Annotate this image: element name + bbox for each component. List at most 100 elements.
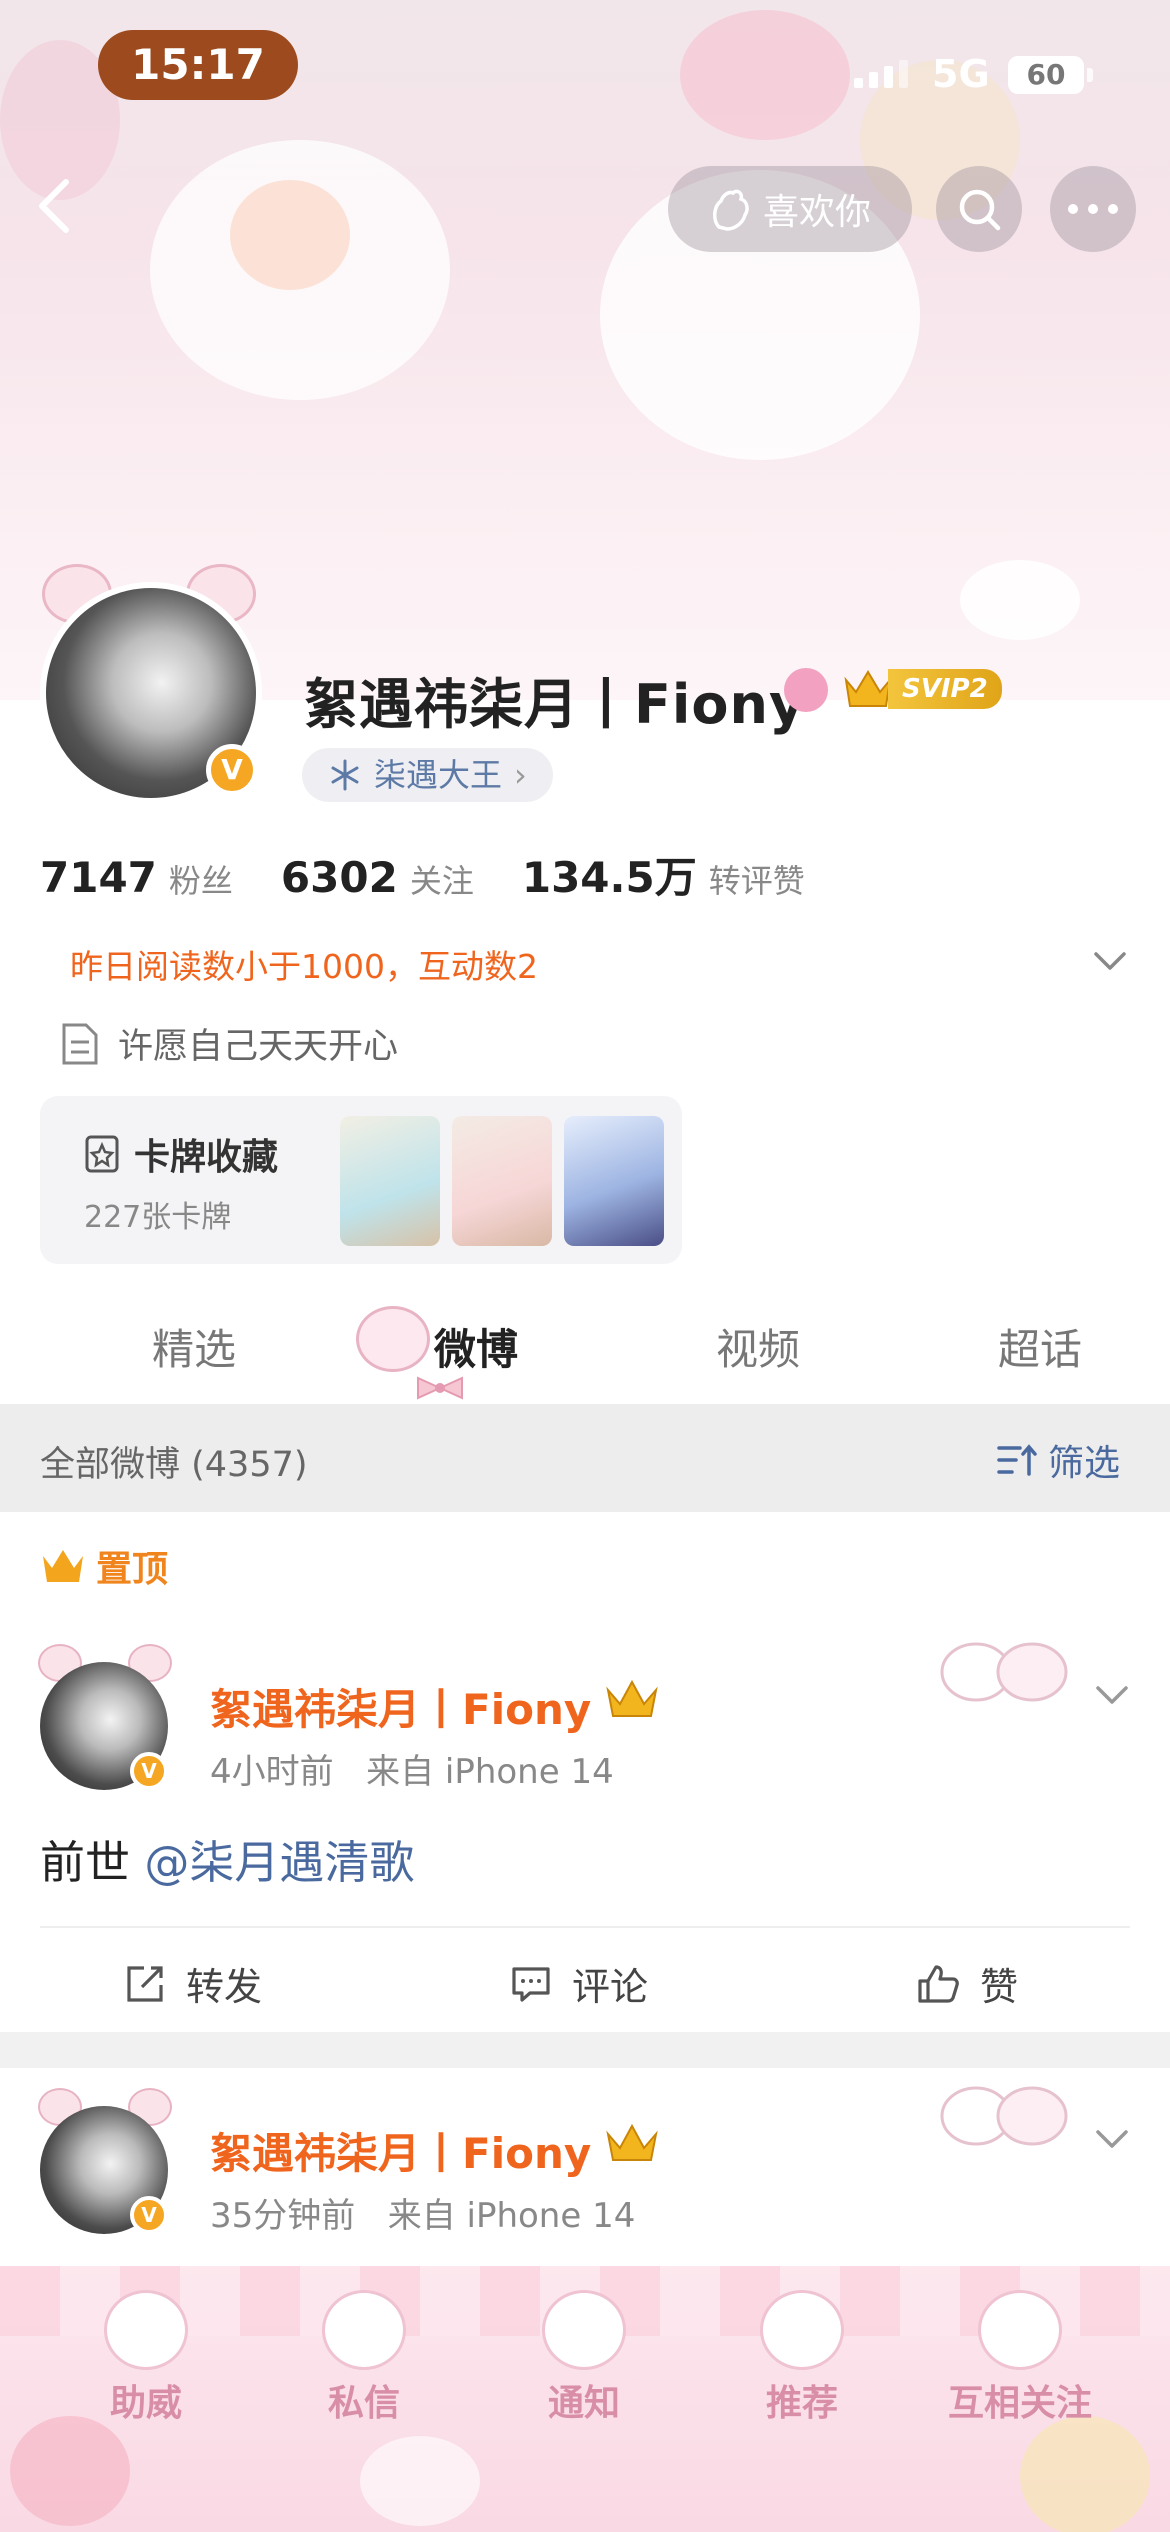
search-icon bbox=[959, 189, 1001, 231]
like-you-label: 喜欢你 bbox=[762, 192, 871, 233]
nav-label: 助威 bbox=[109, 2383, 182, 2424]
post-divider bbox=[40, 1926, 1130, 1928]
stat-value: 134.5万 bbox=[521, 853, 697, 902]
card-thumbnail[interactable] bbox=[564, 1116, 664, 1246]
post-source: 来自 iPhone 14 bbox=[366, 1752, 614, 1792]
nav-messages[interactable]: 私信 bbox=[264, 2266, 464, 2532]
nav-mascot-icon bbox=[322, 2290, 406, 2370]
stat-value: 7147 bbox=[40, 853, 157, 902]
snowflake-icon bbox=[331, 759, 359, 791]
female-icon bbox=[784, 668, 828, 712]
search-button[interactable] bbox=[936, 166, 1022, 252]
fan-group-link[interactable]: 柒遇大王 › bbox=[302, 748, 553, 802]
nav-notifications[interactable]: 通知 bbox=[484, 2266, 684, 2532]
post-time: 35分钟前 bbox=[210, 2196, 356, 2236]
verified-badge-icon: V bbox=[130, 2196, 168, 2234]
crown-icon bbox=[43, 1550, 83, 1582]
tab-mascot-icon bbox=[356, 1306, 430, 1372]
verified-badge-icon: V bbox=[206, 744, 258, 796]
chevron-down-icon[interactable] bbox=[1092, 946, 1128, 976]
card-collection-title-row: 卡牌收藏 bbox=[82, 1128, 278, 1180]
status-time: 15:17 bbox=[98, 30, 298, 100]
post-text: 前世 @柒月遇清歌 bbox=[40, 1826, 414, 1891]
filter-label: 筛选 bbox=[1048, 1443, 1121, 1484]
bio-text: 许愿自己天天开心 bbox=[118, 1027, 399, 1067]
thumbs-up-icon bbox=[918, 1964, 959, 2003]
bottom-nav-bar: 助威 私信 通知 推荐 互相关注 bbox=[0, 2266, 1170, 2532]
post-time: 4小时前 bbox=[210, 1752, 334, 1792]
repost-label: 转发 bbox=[186, 1965, 263, 2009]
stat-interactions[interactable]: 134.5万 转评赞 bbox=[522, 844, 805, 905]
chevron-down-icon[interactable] bbox=[1094, 2124, 1130, 2154]
profile-stats: 7147 粉丝 6302 关注 134.5万 转评赞 bbox=[40, 844, 853, 905]
post-decoration-icon bbox=[940, 1642, 1068, 1702]
signal-icon bbox=[854, 60, 908, 88]
post-author-name[interactable]: 絮遇祎柒月丨Fiony bbox=[210, 1676, 591, 1737]
nav-mascot-icon bbox=[104, 2290, 188, 2370]
read-notice[interactable]: 昨日阅读数小于1000，互动数2 bbox=[70, 940, 538, 988]
crown-icon bbox=[606, 1679, 658, 1717]
cover-blush bbox=[230, 180, 350, 290]
stat-followers[interactable]: 7147 粉丝 bbox=[40, 853, 233, 902]
nav-label: 私信 bbox=[327, 2383, 400, 2424]
profile-bio: 许愿自己天天开心 bbox=[60, 1018, 398, 1069]
card-collection-count: 227张卡牌 bbox=[84, 1200, 232, 1235]
card-collection[interactable]: 卡牌收藏 227张卡牌 bbox=[40, 1096, 682, 1264]
chevron-left-icon bbox=[39, 179, 69, 233]
profile-name: 絮遇祎柒月丨Fiony bbox=[304, 673, 806, 736]
more-icon bbox=[1068, 204, 1118, 214]
nav-label: 推荐 bbox=[765, 2383, 838, 2424]
nav-mascot-icon bbox=[542, 2290, 626, 2370]
stat-following[interactable]: 6302 关注 bbox=[281, 853, 474, 902]
comment-button[interactable]: 评论 bbox=[510, 1956, 648, 2011]
card-icon bbox=[85, 1135, 119, 1173]
nav-mascot-icon bbox=[978, 2290, 1062, 2370]
like-hand-icon bbox=[712, 189, 749, 231]
post-text-prefix: 前世 bbox=[40, 1836, 131, 1889]
like-button[interactable]: 赞 bbox=[916, 1956, 1018, 2011]
post-source: 来自 iPhone 14 bbox=[387, 2196, 636, 2236]
comment-label: 评论 bbox=[572, 1965, 649, 2009]
tab-featured[interactable]: 精选 bbox=[152, 1316, 236, 1377]
stat-label: 转评赞 bbox=[708, 862, 805, 900]
nav-mutual-follow[interactable]: 互相关注 bbox=[920, 2266, 1120, 2532]
network-type: 5G bbox=[932, 52, 990, 96]
nav-cheer[interactable]: 助威 bbox=[46, 2266, 246, 2532]
nav-label: 通知 bbox=[547, 2383, 620, 2424]
chevron-down-icon[interactable] bbox=[1094, 1680, 1130, 1710]
post-decoration-icon bbox=[940, 2086, 1068, 2146]
svip-badge[interactable]: SVIP2 bbox=[842, 664, 1002, 714]
battery-icon: 60 bbox=[1008, 56, 1084, 94]
like-label: 赞 bbox=[980, 1965, 1019, 2009]
svip-label: SVIP2 bbox=[888, 669, 1002, 709]
card-collection-title: 卡牌收藏 bbox=[134, 1137, 279, 1178]
comment-icon bbox=[512, 1966, 550, 2002]
status-bar: 15:17 5G 60 bbox=[0, 0, 1170, 130]
post-mention-link[interactable]: @柒月遇清歌 bbox=[144, 1836, 414, 1889]
crown-icon bbox=[606, 2123, 658, 2161]
bow-icon bbox=[417, 1376, 463, 1400]
cover-bunny bbox=[960, 560, 1080, 640]
stat-label: 关注 bbox=[409, 862, 474, 900]
back-button[interactable] bbox=[30, 176, 80, 236]
tab-supertopic[interactable]: 超话 bbox=[998, 1316, 1082, 1377]
repost-button[interactable]: 转发 bbox=[124, 1956, 262, 2011]
pinned-text: 置顶 bbox=[96, 1549, 169, 1590]
tab-video[interactable]: 视频 bbox=[716, 1316, 800, 1377]
filter-button[interactable]: 筛选 bbox=[996, 1434, 1120, 1486]
like-you-button[interactable]: 喜欢你 bbox=[668, 166, 912, 252]
nav-recommend[interactable]: 推荐 bbox=[702, 2266, 902, 2532]
stat-value: 6302 bbox=[280, 853, 398, 902]
more-button[interactable] bbox=[1050, 166, 1136, 252]
feed-filter-bar: 全部微博 (4357) 筛选 bbox=[0, 1404, 1170, 1512]
document-icon bbox=[62, 1023, 98, 1064]
profile-avatar[interactable]: V bbox=[36, 564, 266, 808]
card-thumbnail[interactable] bbox=[340, 1116, 440, 1246]
chevron-right-icon: › bbox=[514, 756, 527, 794]
tab-weibo[interactable]: 微博 bbox=[434, 1316, 518, 1377]
crown-icon bbox=[844, 670, 892, 707]
nav-label: 互相关注 bbox=[947, 2383, 1092, 2424]
card-thumbnail[interactable] bbox=[452, 1116, 552, 1246]
post-author-name[interactable]: 絮遇祎柒月丨Fiony bbox=[210, 2120, 591, 2181]
pinned-label: 置顶 bbox=[40, 1540, 168, 1592]
